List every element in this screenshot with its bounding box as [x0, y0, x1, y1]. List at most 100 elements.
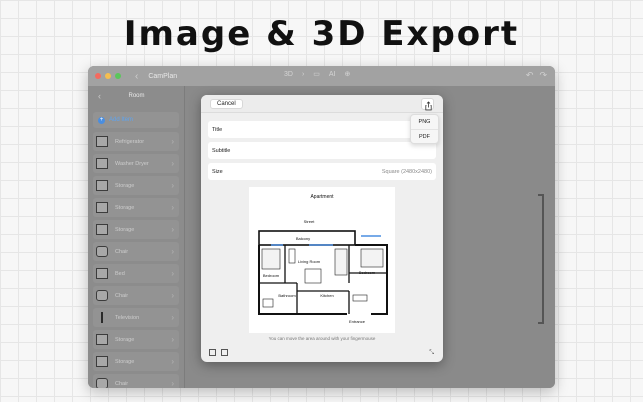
share-button[interactable] — [421, 98, 434, 111]
storage-icon — [96, 202, 108, 213]
chevron-right-icon: › — [171, 181, 174, 190]
bed-left — [261, 248, 281, 270]
label-street: Street — [304, 219, 316, 224]
undo-icon[interactable]: ↶ — [526, 70, 534, 81]
sidebar-item-label: Storage — [115, 226, 135, 233]
redo-icon[interactable]: ↷ — [539, 70, 547, 81]
chevron-right-icon: › — [171, 247, 174, 256]
label-bedroom-left: Bedroom — [263, 273, 280, 278]
format-menu: PNG PDF — [410, 114, 439, 144]
sidebar-item-label: Chair — [115, 248, 129, 255]
view-3d-button[interactable]: 3D — [284, 71, 293, 78]
sidebar: ‹ Room + Add Item Refrigerator › Washer Dr… — [88, 86, 185, 388]
sidebar-item-8[interactable]: Television › — [93, 308, 179, 327]
title-field-label: Title — [212, 126, 223, 133]
add-item-label: Add Item — [109, 117, 134, 123]
sidebar-item-3[interactable]: Storage › — [93, 198, 179, 217]
shoe-rack — [352, 294, 368, 302]
layers-icon[interactable]: ▭ — [313, 70, 320, 78]
storage-icon — [96, 180, 108, 191]
sidebar-item-label: Storage — [115, 182, 135, 189]
sidebar-item-label: Storage — [115, 204, 135, 211]
sidebar-item-7[interactable]: Chair › — [93, 286, 179, 305]
chevron-right-icon: › — [171, 269, 174, 278]
sidebar-item-2[interactable]: Storage › — [93, 176, 179, 195]
sidebar-item-4[interactable]: Storage › — [93, 220, 179, 239]
subtitle-field[interactable]: Subtitle — [208, 142, 436, 159]
bed-icon — [96, 268, 108, 279]
title-bar: ‹ CamPlan 3D › ▭ AI ⊕ ↶ ↷ — [88, 66, 555, 86]
toolbar-right: ↶ ↷ — [526, 70, 547, 81]
zoom-window-button[interactable] — [115, 73, 121, 79]
sidebar-item-0[interactable]: Refrigerator › — [93, 132, 179, 151]
size-field[interactable]: Size Square (2480x2480) — [208, 163, 436, 180]
headline: Image & 3D Export — [123, 14, 520, 54]
sidebar-item-9[interactable]: Storage › — [93, 330, 179, 349]
close-window-button[interactable] — [95, 73, 101, 79]
sidebar-item-label: Television — [115, 314, 140, 321]
chevron-right-icon: › — [171, 203, 174, 212]
background-plan-edge — [538, 194, 544, 324]
bathtub — [262, 298, 274, 308]
dialog-toolbar: Cancel — [201, 95, 443, 113]
format-option-pdf[interactable]: PDF — [411, 129, 438, 143]
size-field-label: Size — [212, 168, 223, 175]
sidebar-item-list: Refrigerator › Washer Dryer › Storage › Storag… — [88, 132, 184, 388]
storage-icon — [96, 224, 108, 235]
title-field[interactable]: Title — [208, 121, 436, 138]
chevron-right-icon: › — [171, 379, 174, 388]
chevron-right-icon: › — [171, 335, 174, 344]
chevron-right-icon: › — [171, 159, 174, 168]
subtitle-field-label: Subtitle — [212, 147, 231, 154]
dialog-bottom-tools — [209, 349, 228, 356]
cancel-button[interactable]: Cancel — [210, 99, 243, 109]
washer-dryer-icon — [96, 158, 108, 169]
label-balcony: Balcony — [296, 236, 310, 241]
window-controls — [95, 73, 121, 79]
sidebar-item-6[interactable]: Bed › — [93, 264, 179, 283]
size-field-value: Square (2480x2480) — [381, 168, 432, 175]
toolbar-center: 3D › ▭ AI ⊕ — [284, 70, 351, 79]
sidebar-item-label: Bed — [115, 270, 125, 277]
rotate-icon[interactable] — [209, 349, 216, 356]
label-bedroom-right: Bedroom — [359, 270, 376, 275]
sidebar-item-label: Storage — [115, 358, 135, 365]
sidebar-item-1[interactable]: Washer Dryer › — [93, 154, 179, 173]
chair-icon — [96, 246, 108, 257]
sidebar-item-label: Chair — [115, 380, 129, 387]
chevron-right-icon: › — [171, 291, 174, 300]
sidebar-item-label: Washer Dryer — [115, 160, 149, 167]
chair-icon — [96, 290, 108, 301]
chair-icon — [96, 378, 108, 388]
minimize-window-button[interactable] — [105, 73, 111, 79]
storage-icon — [96, 334, 108, 345]
chevron-right-icon: › — [171, 313, 174, 322]
sidebar-item-label: Chair — [115, 292, 129, 299]
sidebar-item-11[interactable]: Chair › — [93, 374, 179, 388]
sidebar-item-label: Refrigerator — [115, 138, 145, 145]
plus-icon: + — [98, 116, 105, 124]
add-circle-icon[interactable]: ⊕ — [345, 70, 351, 78]
sidebar-item-10[interactable]: Storage › — [93, 352, 179, 371]
ai-button[interactable]: AI — [329, 71, 336, 78]
back-icon[interactable]: ‹ — [135, 71, 138, 82]
floor-plan-drawing: Apartment Street Balcony Living Room Bed… — [258, 194, 388, 324]
resize-handle-icon[interactable]: ⤡ — [429, 350, 434, 357]
add-item-button[interactable]: + Add Item — [93, 112, 179, 128]
share-icon — [425, 101, 432, 111]
sidebar-title: Room — [128, 93, 145, 99]
wardrobe — [288, 248, 296, 264]
refrigerator-icon — [96, 136, 108, 147]
export-form: Title Subtitle Size Square (2480x2480) — [201, 113, 443, 180]
sofa — [334, 248, 348, 276]
crop-icon[interactable] — [221, 349, 228, 356]
sidebar-item-label: Storage — [115, 336, 135, 343]
format-option-png[interactable]: PNG — [411, 115, 438, 129]
dining-table — [304, 268, 322, 284]
bed-right — [360, 248, 384, 268]
chevron-right-icon: › — [171, 225, 174, 234]
label-living-room: Living Room — [298, 259, 321, 264]
sidebar-item-5[interactable]: Chair › — [93, 242, 179, 261]
export-preview[interactable]: Apartment Street Balcony Living Room Bed… — [249, 187, 395, 333]
television-icon — [101, 312, 103, 323]
